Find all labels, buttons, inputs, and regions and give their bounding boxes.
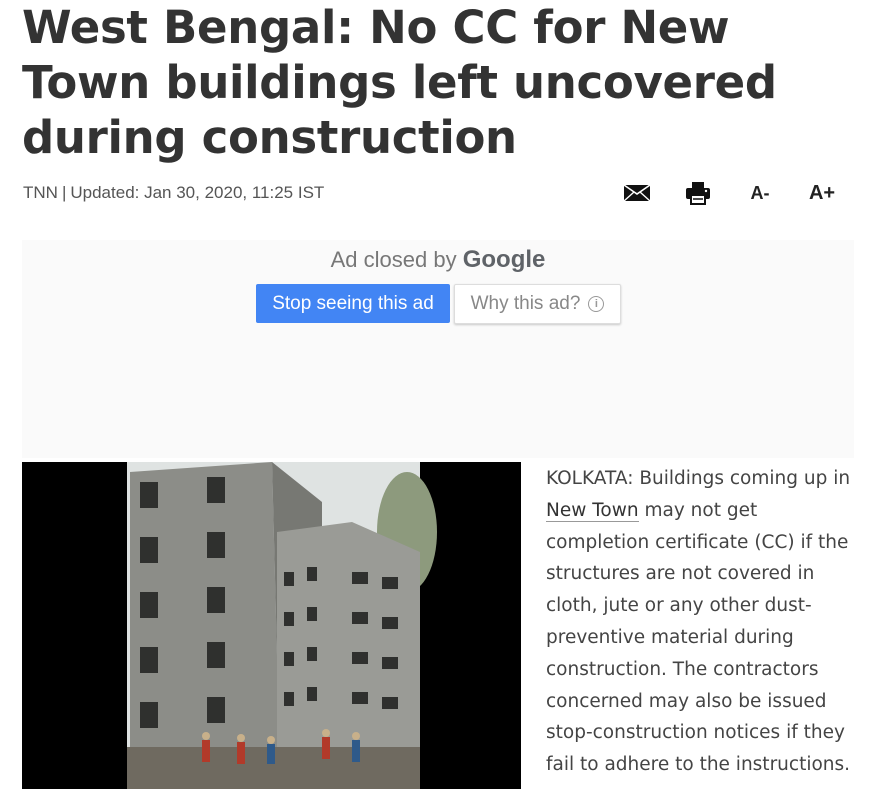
google-logo: Google [462, 246, 546, 273]
byline-separator: | [61, 183, 67, 202]
font-increase-button[interactable]: A+ [805, 176, 839, 210]
info-icon: i [588, 296, 605, 312]
article-body-lead: KOLKATA: Buildings coming up in [546, 468, 851, 489]
email-share-button[interactable] [622, 176, 652, 210]
article-body-rest: may not get completion certificate (CC) … [546, 499, 851, 776]
article-body: KOLKATA: Buildings coming up in New Town… [546, 463, 856, 781]
stop-seeing-ad-label: Stop seeing this ad [272, 292, 434, 314]
ad-closed-notice: Ad closed by Google [22, 246, 854, 274]
ad-container: Ad closed by Google Stop seeing this ad … [22, 240, 854, 458]
byline-source: TNN [23, 183, 58, 202]
ad-closed-text: Ad closed by [330, 247, 457, 272]
stop-seeing-ad-button[interactable]: Stop seeing this ad [256, 284, 450, 323]
new-town-link[interactable]: New Town [546, 499, 639, 522]
font-decrease-button[interactable]: A- [745, 176, 775, 210]
byline: TNN | Updated: Jan 30, 2020, 11:25 IST [23, 183, 324, 203]
why-this-ad-button[interactable]: Why this ad? i [454, 284, 621, 324]
construction-building-image [22, 462, 521, 789]
byline-updated: Updated: Jan 30, 2020, 11:25 IST [70, 183, 325, 202]
print-button[interactable] [683, 176, 713, 210]
article-photo[interactable] [22, 462, 521, 789]
envelope-icon [623, 184, 651, 202]
why-this-ad-label: Why this ad? [470, 293, 581, 314]
article-tools: A- A+ [620, 176, 850, 210]
article-headline: West Bengal: No CC for New Town building… [22, 1, 777, 164]
printer-icon [686, 182, 710, 205]
